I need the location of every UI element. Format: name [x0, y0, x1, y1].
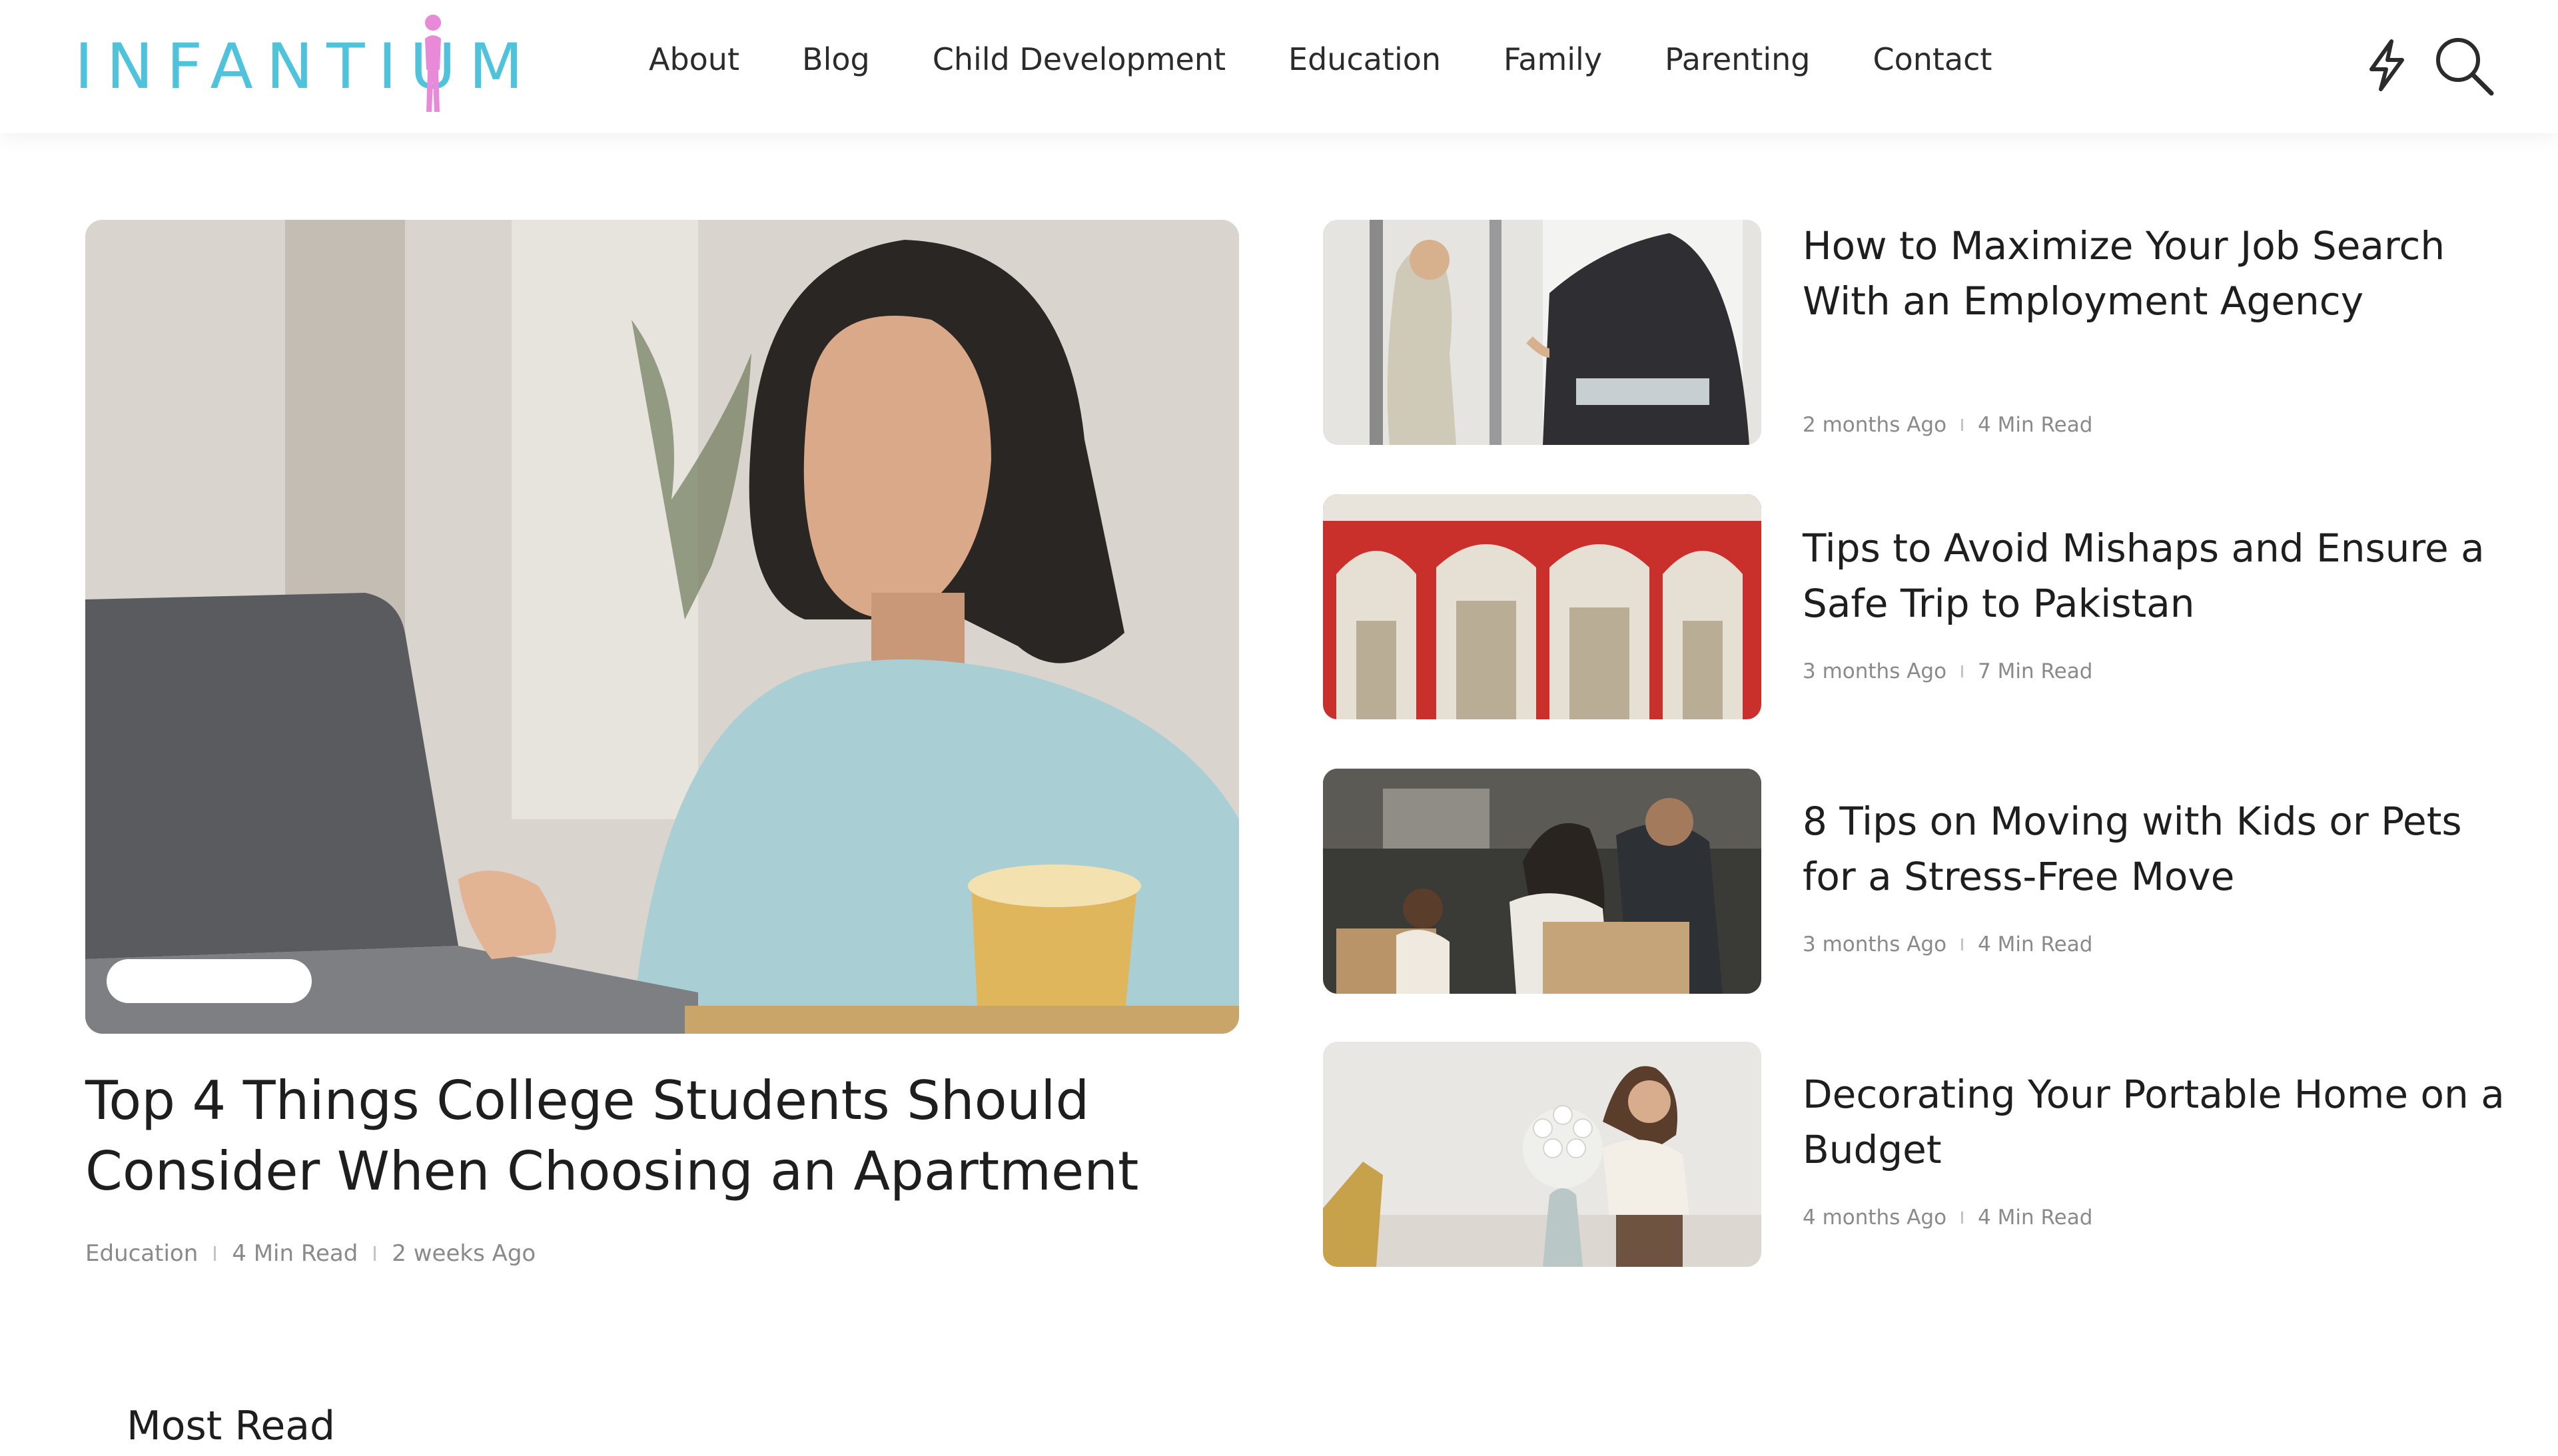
meta-divider — [374, 1246, 376, 1261]
post-thumbnail-moving-with-kids[interactable] — [1323, 769, 1761, 994]
featured-title[interactable]: Top 4 Things College Students Should Con… — [85, 1066, 1258, 1207]
nav-contact[interactable]: Contact — [1873, 41, 1992, 77]
post-date: 3 months Ago — [1803, 659, 1947, 683]
meta-divider — [214, 1246, 216, 1261]
featured-date: 2 weeks Ago — [392, 1240, 536, 1267]
featured-image[interactable] — [85, 220, 1239, 1034]
post-thumbnail-pakistan-trip[interactable] — [1323, 494, 1761, 719]
featured-category-pill[interactable] — [107, 959, 312, 1003]
post-read-time: 7 Min Read — [1978, 659, 2093, 683]
post-meta: 2 months Ago 4 Min Read — [1803, 413, 2092, 437]
featured-read-time: 4 Min Read — [232, 1240, 358, 1267]
site-logo[interactable]: INFANTIUM — [75, 15, 537, 112]
featured-category[interactable]: Education — [85, 1240, 198, 1267]
post-date: 3 months Ago — [1803, 932, 1947, 956]
post-title[interactable]: Decorating Your Portable Home on a Budge… — [1803, 1067, 2509, 1178]
post-meta: 3 months Ago 4 Min Read — [1803, 932, 2092, 956]
search-icon[interactable] — [2431, 33, 2495, 97]
post-date: 4 months Ago — [1803, 1206, 1947, 1230]
post-thumbnail-portable-home[interactable] — [1323, 1042, 1761, 1267]
post-read-time: 4 Min Read — [1978, 932, 2093, 956]
meta-divider — [1961, 938, 1964, 950]
logo-child-figure-icon — [425, 15, 441, 112]
meta-divider — [1961, 1212, 1964, 1224]
meta-divider — [1961, 665, 1964, 677]
bolt-icon[interactable] — [2363, 39, 2410, 92]
nav-blog[interactable]: Blog — [802, 41, 870, 77]
nav-child-development[interactable]: Child Development — [933, 41, 1226, 77]
post-title[interactable]: How to Maximize Your Job Search With an … — [1803, 218, 2509, 329]
post-title[interactable]: 8 Tips on Moving with Kids or Pets for a… — [1803, 794, 2509, 905]
post-meta: 4 months Ago 4 Min Read — [1803, 1206, 2092, 1230]
featured-photo-woman-laptop — [85, 220, 1239, 1034]
post-thumbnail-job-search[interactable] — [1323, 220, 1761, 445]
nav-parenting[interactable]: Parenting — [1665, 41, 1810, 77]
featured-meta: Education 4 Min Read 2 weeks Ago — [85, 1240, 536, 1267]
nav-about[interactable]: About — [649, 41, 739, 77]
post-read-time: 4 Min Read — [1978, 413, 2093, 437]
post-date: 2 months Ago — [1803, 413, 1947, 437]
most-read-heading: Most Read — [127, 1403, 336, 1449]
meta-divider — [1961, 419, 1964, 431]
nav-family[interactable]: Family — [1503, 41, 1602, 77]
nav-education[interactable]: Education — [1288, 41, 1441, 77]
post-meta: 3 months Ago 7 Min Read — [1803, 659, 2092, 683]
site-header: INFANTIUM About Blog Child Development E… — [0, 0, 2558, 133]
post-read-time: 4 Min Read — [1978, 1206, 2093, 1230]
main-nav: About Blog Child Development Education F… — [649, 41, 1992, 77]
post-title[interactable]: Tips to Avoid Mishaps and Ensure a Safe … — [1803, 521, 2509, 631]
logo-text: INFANTIUM — [75, 30, 537, 103]
